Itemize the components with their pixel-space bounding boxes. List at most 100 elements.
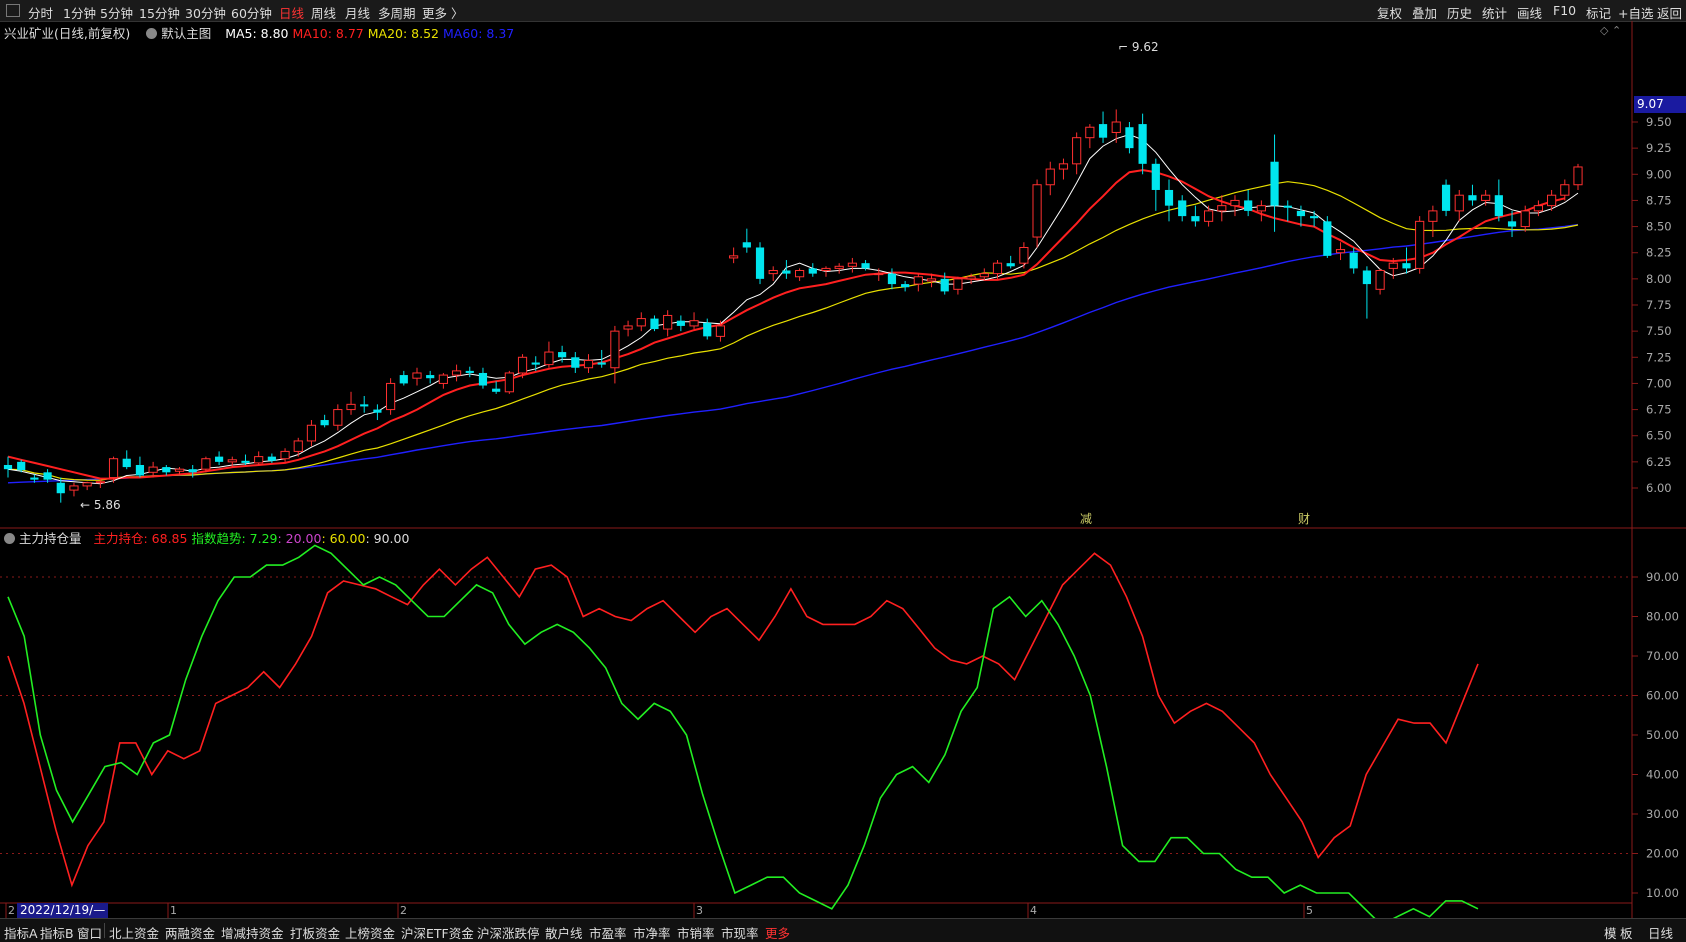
price-axis-label: 6.50 bbox=[1646, 429, 1672, 443]
candle-body bbox=[478, 372, 488, 386]
candle-body bbox=[926, 278, 937, 282]
tab-holding-change[interactable]: 增减持资金 bbox=[221, 923, 284, 942]
candle-body bbox=[17, 461, 26, 471]
tab-toplist-funds[interactable]: 上榜资金 bbox=[345, 923, 395, 942]
candle-body bbox=[1217, 205, 1227, 212]
candle-body bbox=[465, 370, 474, 373]
btn-template[interactable]: 模 bbox=[1604, 923, 1617, 942]
candle-body bbox=[1178, 200, 1187, 217]
candle-body bbox=[676, 320, 685, 326]
candle-body bbox=[254, 456, 264, 464]
month-mark: 2 bbox=[400, 904, 407, 917]
current-price-tag: 9.07 bbox=[1634, 96, 1686, 113]
candle-body bbox=[241, 460, 250, 463]
candle-body bbox=[1573, 166, 1583, 186]
candle-body bbox=[122, 458, 131, 468]
tab-margin[interactable]: 两融资金 bbox=[165, 923, 215, 942]
candle-body bbox=[1151, 163, 1160, 190]
event-mark: 财 bbox=[1298, 512, 1310, 526]
candle-body bbox=[1468, 195, 1477, 201]
candle-body bbox=[992, 262, 1003, 275]
tab-pcf[interactable]: 市现率 bbox=[721, 923, 759, 942]
candle-body bbox=[1441, 184, 1451, 211]
candle-body bbox=[1058, 163, 1069, 170]
price-axis-label: 6.00 bbox=[1646, 481, 1672, 495]
candle-body bbox=[715, 325, 726, 337]
candle-body bbox=[1415, 220, 1425, 269]
indicator-axis-label: 90.00 bbox=[1646, 570, 1679, 584]
candle-body bbox=[650, 318, 659, 330]
tab-indicator-a[interactable]: 指标A bbox=[4, 923, 38, 942]
candle-body bbox=[492, 388, 501, 392]
candle-body bbox=[663, 314, 673, 330]
candle-body bbox=[1494, 195, 1503, 217]
candle-body bbox=[1349, 252, 1358, 269]
tab-limitup-funds[interactable]: 打板资金 bbox=[290, 923, 340, 942]
candle-body bbox=[386, 382, 396, 411]
tab-window[interactable]: 窗口 bbox=[77, 923, 102, 942]
low-annotation: ← 5.86 bbox=[80, 498, 121, 512]
candle-body bbox=[901, 284, 910, 288]
candle-body bbox=[558, 352, 567, 358]
candle-body bbox=[1072, 137, 1082, 165]
tab-pb[interactable]: 市净率 bbox=[633, 923, 671, 942]
month-mark: 4 bbox=[1030, 904, 1037, 917]
candle-body bbox=[1164, 189, 1174, 206]
candle-body bbox=[940, 278, 949, 292]
candle-body bbox=[1323, 221, 1332, 256]
candle-body bbox=[795, 269, 805, 278]
candle-body bbox=[293, 440, 303, 452]
candle-body bbox=[108, 458, 119, 479]
price-axis-label: 8.00 bbox=[1646, 272, 1672, 286]
candle-body bbox=[412, 372, 422, 379]
indicator-axis-label: 80.00 bbox=[1646, 610, 1679, 624]
candle-body bbox=[162, 467, 171, 473]
candle-body bbox=[1032, 184, 1042, 238]
candle-body bbox=[834, 265, 844, 269]
candle-body bbox=[768, 269, 778, 275]
candle-body bbox=[1310, 216, 1319, 219]
tab-more-indicators[interactable]: 更多 bbox=[765, 923, 790, 942]
candle-body bbox=[1375, 269, 1385, 290]
tab-northbound[interactable]: 北上资金 bbox=[109, 923, 159, 942]
candle-body bbox=[148, 466, 158, 473]
candle-body bbox=[1402, 263, 1411, 269]
tab-pe[interactable]: 市盈率 bbox=[589, 923, 627, 942]
divider bbox=[104, 923, 105, 938]
candle-body bbox=[610, 330, 620, 369]
candle-body bbox=[571, 357, 580, 368]
price-axis-label: 8.75 bbox=[1646, 193, 1672, 207]
candle-body bbox=[215, 456, 224, 462]
tab-ps[interactable]: 市销率 bbox=[677, 923, 715, 942]
btn-board[interactable]: 板 bbox=[1620, 923, 1633, 942]
indicator-axis-label: 30.00 bbox=[1646, 807, 1679, 821]
candle-body bbox=[1481, 194, 1491, 201]
tab-etf-funds[interactable]: 沪深ETF资金 bbox=[401, 923, 474, 942]
candle-body bbox=[808, 268, 817, 274]
kline-chart[interactable]: ⌐ 9.62 ← 5.86 减 财 2 1 2 3 4 5 9.50 9.25 9.00 8.75 8.5… bbox=[0, 0, 1686, 941]
candle-body bbox=[1244, 200, 1253, 211]
tab-limit-updown[interactable]: 沪深涨跌停 bbox=[477, 923, 540, 942]
candle-body bbox=[320, 420, 329, 426]
candle-body bbox=[1362, 270, 1371, 285]
candle-body bbox=[517, 356, 528, 374]
tab-retail-line[interactable]: 散户线 bbox=[545, 923, 583, 942]
candle-body bbox=[1507, 221, 1517, 227]
candle-body bbox=[597, 362, 606, 365]
candle-body bbox=[1085, 126, 1095, 139]
candle-body bbox=[504, 372, 514, 393]
candle-body bbox=[30, 477, 39, 480]
candle-body bbox=[346, 403, 356, 411]
candle-body bbox=[979, 273, 989, 278]
candle-body bbox=[188, 469, 197, 473]
trend-line bbox=[7, 544, 1479, 926]
candle-body bbox=[56, 482, 65, 494]
price-axis-label: 7.25 bbox=[1646, 350, 1672, 364]
price-axis-label: 8.50 bbox=[1646, 220, 1672, 234]
candle-body bbox=[966, 276, 976, 280]
tab-indicator-b[interactable]: 指标B bbox=[40, 923, 74, 942]
candle-body bbox=[1111, 121, 1121, 133]
candle-body bbox=[1283, 205, 1292, 208]
candle-body bbox=[821, 267, 831, 271]
candle-body bbox=[1125, 127, 1134, 149]
